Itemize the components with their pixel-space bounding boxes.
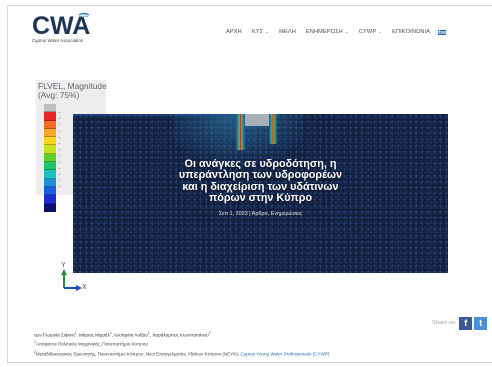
nav-item-1[interactable]: ΚΥΣ ⌄ [252,29,269,35]
legend-swatch [44,137,56,146]
site-header: CWA Cyprus Water Association ΑΡΧΗ ΚΥΣ ⌄ ΜΕΛ… [8,8,492,54]
nav-item-label: ΕΝΗΜΕΡΩΣΗ [305,29,343,35]
legend-title: FLVEL, Magnitude (Avg: 75%) [38,82,107,100]
legend-swatch [44,153,56,163]
featured-image: FLVEL, Magnitude (Avg: 75%) + + + + + + + + + + + +… [8,70,492,300]
nav-item-label: ΜΕΛΗ [279,29,296,35]
affiliation-2: 2Μεταδιδακτορικός Ερευνητής, Πανεπιστήμι… [34,350,329,357]
legend-swatch [44,112,56,121]
nav-item-label: ΑΡΧΗ [226,29,242,35]
article-title-overlay: Οι ανάγκες σε υδροδότηση, η υπεράντληση τ… [73,158,448,217]
nav-item-5[interactable]: ΕΠΙΚΟΙΝΩΝΙΑ [392,29,430,35]
chevron-down-icon: ⌄ [378,29,383,34]
legend-subtitle-line: (Avg: 75%) [38,90,80,100]
legend-swatch [44,170,56,179]
nav-item-4[interactable]: CYWP ⌄ [359,29,382,35]
nav-item-3[interactable]: ΕΝΗΜΕΡΩΣΗ ⌄ [306,29,349,35]
facebook-icon: f [464,318,468,328]
greek-flag-icon[interactable] [438,29,447,35]
legend-swatch [44,195,56,204]
axis-x-label: X [82,284,87,291]
axis-y-label: Y [61,262,66,269]
author-3: , Ιωσηφίνα Λοΐζου [111,332,148,338]
legend-swatch [44,178,56,187]
logo-subtitle: Cyprus Water Association [32,38,84,43]
facebook-share-button[interactable]: f [459,316,473,330]
affiliation-2-text: Μεταδιδακτορικός Ερευνητής, Πανεπιστήμιο… [35,351,241,357]
article-meta: Σεπ 1, 2023 | Άρθρα, Ενημερώσεις [218,210,303,217]
legend-tick: + [58,128,61,134]
twitter-share-button[interactable]: t [474,316,488,330]
legend-tick: + [58,184,61,190]
author-2: , Μάριος Μιχαήλ [76,332,110,338]
cwa-logo-icon: CWA [32,12,90,38]
nav-item-label: ΕΠΙΚΟΙΝΩΝΙΑ [392,29,431,35]
legend-swatch [44,104,56,113]
legend-swatch [44,128,56,138]
article-byline: των Γεωργία Σιήκκη1, Μάριος Μιχαήλ1, Ιωσ… [34,331,211,338]
nav-item-label: ΚΥΣ [251,29,264,35]
chevron-down-icon: ⌄ [344,29,349,34]
twitter-icon: t [479,318,483,328]
legend-swatch [44,203,56,212]
chevron-down-icon: ⌄ [265,29,270,34]
axis-triad: Y X [58,262,98,296]
legend-swatch [44,186,56,196]
site-logo[interactable]: CWA Cyprus Water Association [32,12,104,48]
affiliation-1-text: Απόφοιτοι Πολιτικός Μηχανικός, Πανεπιστή… [35,341,148,347]
legend-color-bar [44,104,56,212]
simulation-plot: Οι ανάγκες σε υδροδότηση, η υπεράντληση τ… [73,114,448,273]
share-bar: Share on: f t [432,316,489,330]
legend-swatch [44,145,56,154]
affiliation-1: 1Απόφοιτοι Πολιτικός Μηχανικός, Πανεπιστ… [34,340,148,347]
nav-item-label: CYWP [358,29,377,35]
logo-wordmark: CWA [32,12,90,38]
legend-swatch [44,162,56,171]
nav-item-0[interactable]: ΑΡΧΗ [226,29,242,35]
legend-tick: + [58,153,61,159]
author-1: των Γεωργία Σιήκκη [34,332,75,338]
article-title-line: πόρων στην Κύπρο [208,192,313,205]
legend-swatch [44,120,56,129]
main-nav: ΑΡΧΗ ΚΥΣ ⌄ ΜΕΛΗ ΕΝΗΜΕΡΩΣΗ ⌄ CYWP ⌄ ΕΠΙΚΟΙΝΩΝΙΑ [226,26,447,38]
author-4: , Χαράλαμπος Κωνσταντίνου [149,332,209,338]
nav-item-2[interactable]: ΜΕΛΗ [279,29,296,35]
author-4-sup: 2 [208,331,211,335]
legend-tick: + [58,159,61,165]
legend-tick-marks: + + + + + + + + + + + + + [58,110,61,191]
share-label: Share on: [432,320,457,326]
legend-tick: + [58,122,61,128]
article-title[interactable]: Οι ανάγκες σε υδροδότηση, η υπεράντληση τ… [73,158,448,205]
cywp-link[interactable]: Cyprus Young Water Professionals (CYWP) [240,352,329,357]
